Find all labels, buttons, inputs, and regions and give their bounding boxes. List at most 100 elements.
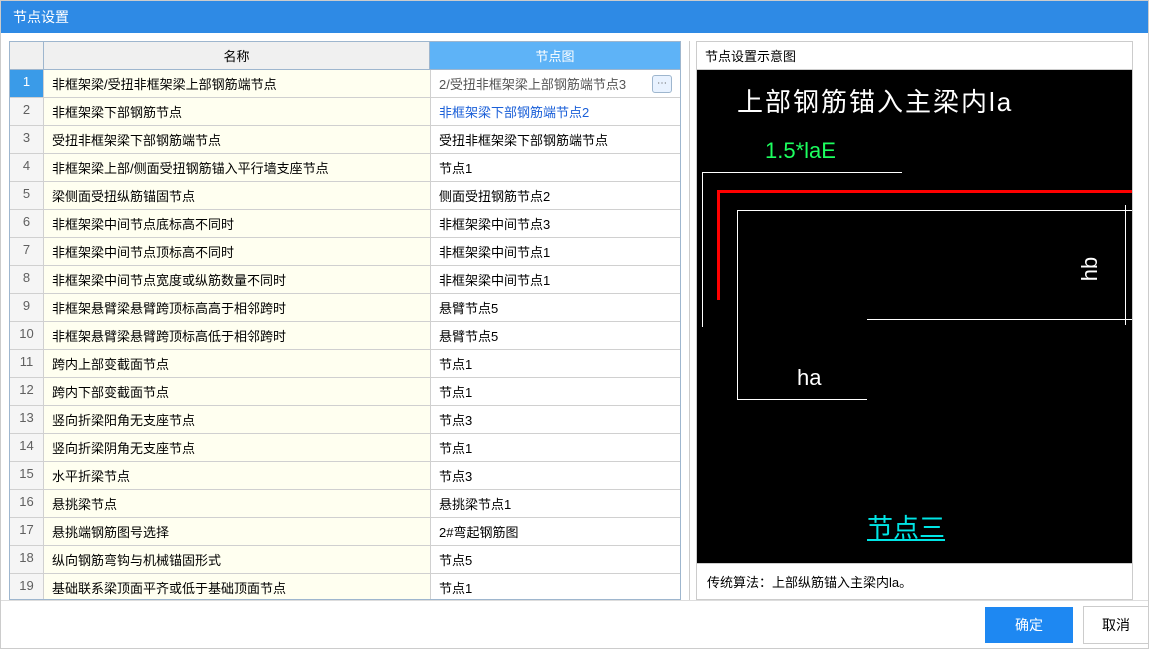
grid-body[interactable]: 1非框架梁/受扭非框架梁上部钢筋端节点2/受扭非框架梁上部钢筋端节点3⋯2非框架…	[9, 69, 681, 600]
row-number[interactable]: 2	[10, 98, 44, 125]
table-row[interactable]: 1非框架梁/受扭非框架梁上部钢筋端节点2/受扭非框架梁上部钢筋端节点3⋯	[10, 69, 680, 97]
button-bar: 确定 取消	[1, 600, 1148, 648]
cell-node-image[interactable]: 悬臂节点5	[431, 294, 680, 321]
row-number[interactable]: 9	[10, 294, 44, 321]
cell-name[interactable]: 纵向钢筋弯钩与机械锚固形式	[44, 546, 431, 573]
table-row[interactable]: 2非框架梁下部钢筋节点非框架梁下部钢筋端节点2	[10, 97, 680, 125]
row-number[interactable]: 16	[10, 490, 44, 517]
table-row[interactable]: 15水平折梁节点节点3	[10, 461, 680, 489]
row-number[interactable]: 3	[10, 126, 44, 153]
cell-node-image-text: 节点1	[439, 354, 472, 373]
table-row[interactable]: 10非框架悬臂梁悬臂跨顶标高低于相邻跨时悬臂节点5	[10, 321, 680, 349]
row-number[interactable]: 8	[10, 266, 44, 293]
row-number[interactable]: 10	[10, 322, 44, 349]
cell-name[interactable]: 基础联系梁顶面平齐或低于基础顶面节点	[44, 574, 431, 600]
cell-node-image[interactable]: 节点5	[431, 546, 680, 573]
row-number[interactable]: 19	[10, 574, 44, 600]
cell-node-image[interactable]: 非框架梁中间节点1	[431, 238, 680, 265]
cell-name[interactable]: 非框架悬臂梁悬臂跨顶标高高于相邻跨时	[44, 294, 431, 321]
table-row[interactable]: 12跨内下部变截面节点节点1	[10, 377, 680, 405]
cell-name[interactable]: 跨内下部变截面节点	[44, 378, 431, 405]
col-header-name[interactable]: 名称	[44, 42, 430, 69]
cell-name[interactable]: 悬挑梁节点	[44, 490, 431, 517]
table-row[interactable]: 8非框架梁中间节点宽度或纵筋数量不同时非框架梁中间节点1	[10, 265, 680, 293]
cell-node-image[interactable]: 节点1	[431, 154, 680, 181]
cell-node-image[interactable]: 受扭非框架梁下部钢筋端节点	[431, 126, 680, 153]
row-number[interactable]: 13	[10, 406, 44, 433]
table-row[interactable]: 5梁侧面受扭纵筋锚固节点侧面受扭钢筋节点2	[10, 181, 680, 209]
cell-name[interactable]: 水平折梁节点	[44, 462, 431, 489]
row-number[interactable]: 14	[10, 434, 44, 461]
dialog-window: 节点设置 名称 节点图 1非框架梁/受扭非框架梁上部钢筋端节点2/受扭非框架梁上…	[0, 0, 1149, 649]
cancel-button[interactable]: 取消	[1083, 606, 1148, 644]
cell-name[interactable]: 非框架梁中间节点顶标高不同时	[44, 238, 431, 265]
table-row[interactable]: 9非框架悬臂梁悬臂跨顶标高高于相邻跨时悬臂节点5	[10, 293, 680, 321]
cell-node-image[interactable]: 侧面受扭钢筋节点2	[431, 182, 680, 209]
preview-footer: 传统算法：上部纵筋锚入主梁内la。	[696, 564, 1133, 600]
cell-node-image-text: 非框架梁下部钢筋端节点2	[439, 102, 589, 121]
table-row[interactable]: 19基础联系梁顶面平齐或低于基础顶面节点节点1	[10, 573, 680, 600]
row-number[interactable]: 7	[10, 238, 44, 265]
cell-node-image[interactable]: 非框架梁中间节点3	[431, 210, 680, 237]
row-number[interactable]: 15	[10, 462, 44, 489]
cell-node-image[interactable]: 节点3	[431, 462, 680, 489]
cell-node-image[interactable]: 非框架梁中间节点1	[431, 266, 680, 293]
cell-name[interactable]: 悬挑端钢筋图号选择	[44, 518, 431, 545]
cell-name[interactable]: 非框架梁中间节点底标高不同时	[44, 210, 431, 237]
table-row[interactable]: 3受扭非框架梁下部钢筋端节点受扭非框架梁下部钢筋端节点	[10, 125, 680, 153]
row-number[interactable]: 11	[10, 350, 44, 377]
row-number[interactable]: 1	[10, 70, 44, 97]
cell-node-image-text: 非框架梁中间节点1	[439, 242, 550, 261]
cell-node-image-text: 悬臂节点5	[439, 298, 498, 317]
table-row[interactable]: 4非框架梁上部/侧面受扭钢筋锚入平行墙支座节点节点1	[10, 153, 680, 181]
row-number[interactable]: 5	[10, 182, 44, 209]
row-number[interactable]: 18	[10, 546, 44, 573]
cell-node-image-text: 节点1	[439, 158, 472, 177]
cell-node-image-text: 非框架梁中间节点3	[439, 214, 550, 233]
cell-node-image[interactable]: 2/受扭非框架梁上部钢筋端节点3⋯	[431, 70, 680, 97]
row-number[interactable]: 12	[10, 378, 44, 405]
cell-name[interactable]: 非框架悬臂梁悬臂跨顶标高低于相邻跨时	[44, 322, 431, 349]
cell-name[interactable]: 竖向折梁阳角无支座节点	[44, 406, 431, 433]
diagram-hb-label: hb	[1077, 257, 1103, 281]
table-row[interactable]: 14竖向折梁阴角无支座节点节点1	[10, 433, 680, 461]
cell-node-image-text: 悬挑梁节点1	[439, 494, 511, 513]
row-number[interactable]: 6	[10, 210, 44, 237]
cell-node-image[interactable]: 节点1	[431, 378, 680, 405]
window-title: 节点设置	[1, 1, 1148, 33]
cell-node-image[interactable]: 悬挑梁节点1	[431, 490, 680, 517]
table-row[interactable]: 6非框架梁中间节点底标高不同时非框架梁中间节点3	[10, 209, 680, 237]
cell-name[interactable]: 梁侧面受扭纵筋锚固节点	[44, 182, 431, 209]
table-row[interactable]: 13竖向折梁阳角无支座节点节点3	[10, 405, 680, 433]
cell-name[interactable]: 受扭非框架梁下部钢筋端节点	[44, 126, 431, 153]
cell-name[interactable]: 非框架梁中间节点宽度或纵筋数量不同时	[44, 266, 431, 293]
cell-node-image[interactable]: 节点1	[431, 434, 680, 461]
cell-node-image[interactable]: 节点3	[431, 406, 680, 433]
ok-button[interactable]: 确定	[985, 607, 1073, 643]
cell-node-image-text: 节点1	[439, 438, 472, 457]
table-row[interactable]: 11跨内上部变截面节点节点1	[10, 349, 680, 377]
cell-name[interactable]: 非框架梁下部钢筋节点	[44, 98, 431, 125]
cell-name[interactable]: 非框架梁/受扭非框架梁上部钢筋端节点	[44, 70, 431, 97]
cell-node-image[interactable]: 非框架梁下部钢筋端节点2	[431, 98, 680, 125]
row-number[interactable]: 4	[10, 154, 44, 181]
cell-name[interactable]: 非框架梁上部/侧面受扭钢筋锚入平行墙支座节点	[44, 154, 431, 181]
cell-node-image-text: 节点1	[439, 578, 472, 597]
cell-name[interactable]: 跨内上部变截面节点	[44, 350, 431, 377]
diagram-node-label: 节点三	[867, 508, 945, 545]
preview-title: 节点设置示意图	[696, 41, 1133, 69]
col-header-image[interactable]: 节点图	[430, 42, 680, 69]
diagram-canvas: 上部钢筋锚入主梁内la 1.5*laE ha hb 节点三	[696, 69, 1133, 564]
row-number[interactable]: 17	[10, 518, 44, 545]
table-row[interactable]: 17悬挑端钢筋图号选择2#弯起钢筋图	[10, 517, 680, 545]
cell-node-image[interactable]: 节点1	[431, 350, 680, 377]
cell-node-image[interactable]: 2#弯起钢筋图	[431, 518, 680, 545]
table-row[interactable]: 16悬挑梁节点悬挑梁节点1	[10, 489, 680, 517]
ellipsis-button[interactable]: ⋯	[652, 75, 672, 93]
cell-name[interactable]: 竖向折梁阴角无支座节点	[44, 434, 431, 461]
table-row[interactable]: 18纵向钢筋弯钩与机械锚固形式节点5	[10, 545, 680, 573]
table-row[interactable]: 7非框架梁中间节点顶标高不同时非框架梁中间节点1	[10, 237, 680, 265]
cell-node-image[interactable]: 悬臂节点5	[431, 322, 680, 349]
content-area: 名称 节点图 1非框架梁/受扭非框架梁上部钢筋端节点2/受扭非框架梁上部钢筋端节…	[1, 33, 1148, 600]
cell-node-image[interactable]: 节点1	[431, 574, 680, 600]
